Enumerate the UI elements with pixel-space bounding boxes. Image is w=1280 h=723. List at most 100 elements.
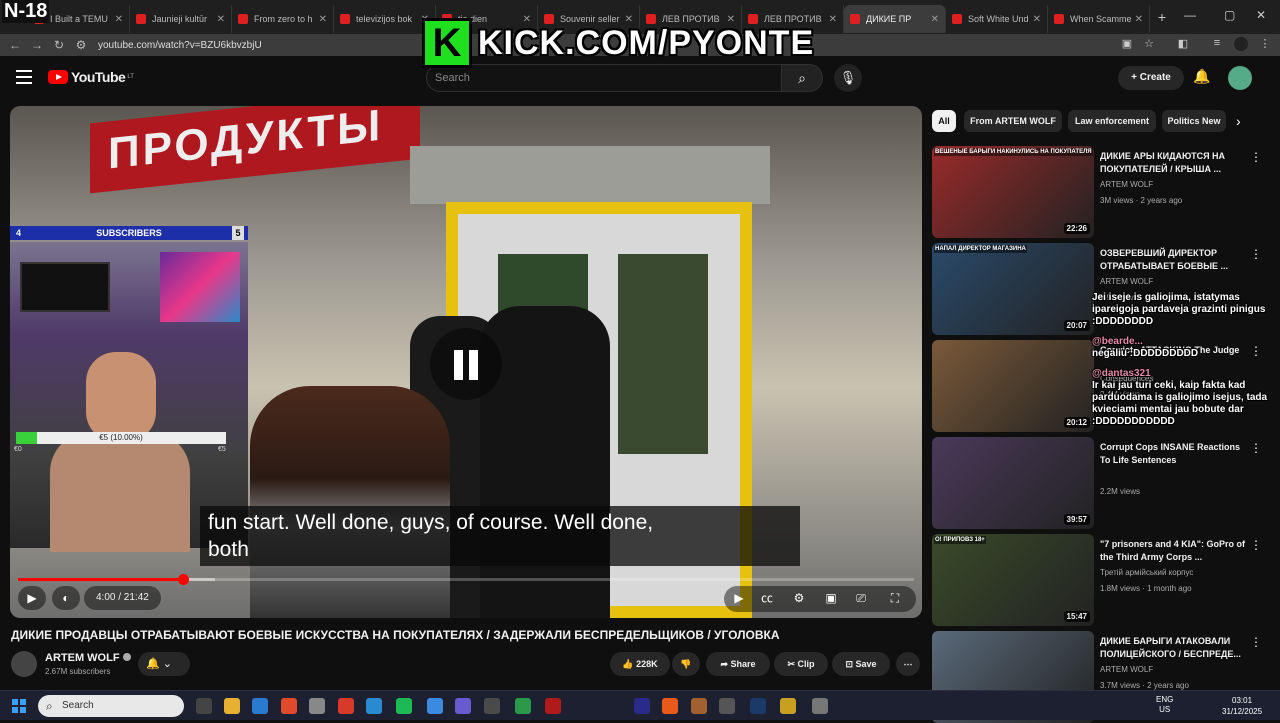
miniplayer-icon[interactable]: ▣ [820, 586, 842, 610]
taskbar-app-icon[interactable] [224, 698, 240, 714]
video-progress-bar[interactable] [18, 574, 914, 585]
scrubber-handle[interactable] [177, 574, 189, 585]
new-tab-button[interactable]: + [1150, 9, 1174, 25]
bookmark-star-icon[interactable]: ☆ [1142, 37, 1156, 51]
video-thumbnail[interactable]: О! ПРИПОВЗ 18+ 15:47 [932, 534, 1094, 626]
back-icon[interactable]: ← [4, 38, 26, 52]
youtube-logo[interactable]: YouTube LT [48, 69, 134, 85]
like-button[interactable]: 👍 228K [610, 652, 670, 676]
volume-button[interactable]: ◐ [52, 586, 80, 610]
filter-chip[interactable]: From ARTEM WOLF [964, 110, 1062, 132]
taskbar-app-icon[interactable] [780, 698, 796, 714]
install-icon[interactable]: ▣ [1120, 37, 1134, 51]
pause-overlay-icon[interactable] [430, 328, 502, 400]
recommendation-channel[interactable]: ARTEM WOLF [1100, 665, 1153, 674]
recommendation-title[interactable]: Corrupt Cops INSANE Reactions To Life Se… [1100, 441, 1252, 467]
video-thumbnail[interactable]: НАПАЛ ДИРЕКТОР МАГАЗИНА 20:07 [932, 243, 1094, 335]
filter-chip[interactable]: Politics New [1162, 110, 1226, 132]
taskbar-app-icon[interactable] [366, 698, 382, 714]
taskbar-clock[interactable]: 03:01 31/12/2025 [1222, 695, 1262, 717]
more-options-icon[interactable]: ⋮ [1250, 635, 1262, 649]
taskbar-app-icon[interactable] [338, 698, 354, 714]
taskbar-app-icon[interactable] [396, 698, 412, 714]
video-thumbnail[interactable]: 20:12 [932, 340, 1094, 432]
recommendation-item[interactable]: ВЕШЕНЫЕ БАРЫГИ НАКИНУЛИСЬ НА ПОКУПАТЕЛЯ 2… [932, 146, 1272, 238]
recommendation-item[interactable]: 39:57 Corrupt Cops INSANE Reactions To Li… [932, 437, 1272, 529]
taskbar-app-icon[interactable] [634, 698, 650, 714]
taskbar-app-icon[interactable] [484, 698, 500, 714]
recommendation-item[interactable]: ДИКИЕ БАРЫГИ АТАКОВАЛИ ПОЛИЦЕЙСКОГО / БЕ… [932, 631, 1272, 723]
media-icon[interactable]: ≡ [1210, 37, 1224, 51]
recommendation-title[interactable]: ДИКИЕ БАРЫГИ АТАКОВАЛИ ПОЛИЦЕЙСКОГО / БЕ… [1100, 635, 1252, 661]
taskbar-app-icon[interactable] [309, 698, 325, 714]
filter-chip[interactable]: Law enforcement [1068, 110, 1156, 132]
more-options-icon[interactable]: ⋮ [1250, 150, 1262, 164]
browser-tab[interactable]: Jaunieji kultūr ✕ [130, 5, 232, 33]
browser-tab[interactable]: ДИКИЕ ПР ✕ [844, 5, 946, 33]
taskbar-app-icon[interactable] [545, 698, 561, 714]
notifications-bell-icon[interactable]: 🔔 [1193, 68, 1210, 85]
taskbar-app-icon[interactable] [196, 698, 212, 714]
channel-name[interactable]: ARTEM WOLF [45, 652, 131, 664]
profile-icon[interactable] [1234, 37, 1248, 51]
close-tab-icon[interactable]: ✕ [1033, 14, 1041, 25]
close-tab-icon[interactable]: ✕ [217, 14, 225, 25]
fullscreen-icon[interactable]: ⛶ [884, 586, 906, 610]
close-window-button[interactable]: ✕ [1256, 8, 1266, 22]
autoplay-toggle[interactable]: ▶ [728, 586, 750, 610]
close-tab-icon[interactable]: ✕ [931, 14, 939, 25]
language-indicator[interactable]: ENG US [1156, 695, 1173, 715]
recommendation-channel[interactable]: ARTEM WOLF [1100, 180, 1153, 189]
video-thumbnail[interactable]: ВЕШЕНЫЕ БАРЫГИ НАКИНУЛИСЬ НА ПОКУПАТЕЛЯ 2… [932, 146, 1094, 238]
taskbar-app-icon[interactable] [662, 698, 678, 714]
taskbar-app-icon[interactable] [750, 698, 766, 714]
taskbar-app-icon[interactable] [427, 698, 443, 714]
taskbar-app-icon[interactable] [455, 698, 471, 714]
forward-icon[interactable]: → [26, 38, 48, 52]
settings-gear-icon[interactable]: ⚙ [788, 586, 810, 610]
minimize-button[interactable]: — [1184, 8, 1196, 22]
taskbar-app-icon[interactable] [719, 698, 735, 714]
clip-button[interactable]: ✂ Clip [774, 652, 828, 676]
more-options-icon[interactable]: ⋮ [1250, 538, 1262, 552]
close-tab-icon[interactable]: ✕ [829, 14, 837, 25]
dislike-button[interactable]: 👎 [672, 652, 700, 676]
windows-start-icon[interactable] [12, 699, 26, 713]
subscribed-button[interactable]: 🔔 ⌄ [138, 652, 190, 676]
channel-avatar[interactable] [11, 651, 37, 677]
video-player[interactable]: ПРОДУКТЫ 4 SUBSCRIBERS 5 €5 (10.00%) €0 … [10, 106, 922, 618]
close-tab-icon[interactable]: ✕ [1135, 14, 1143, 25]
chevron-right-icon[interactable]: › [1236, 113, 1241, 129]
reload-icon[interactable]: ↻ [48, 38, 70, 52]
extensions-icon[interactable]: ◧ [1176, 37, 1190, 51]
close-tab-icon[interactable]: ✕ [115, 14, 123, 25]
more-actions-button[interactable]: ⋯ [896, 652, 920, 676]
recommendation-title[interactable]: ДИКИЕ АРЫ КИДАЮТСЯ НА ПОКУПАТЕЛЕЙ / КРЫШ… [1100, 150, 1252, 176]
taskbar-app-icon[interactable] [515, 698, 531, 714]
play-button[interactable]: ▶ [18, 586, 46, 610]
recommendation-channel[interactable]: Третій армійський корпус [1100, 568, 1193, 577]
browser-menu-icon[interactable]: ⋮ [1258, 37, 1272, 51]
create-button[interactable]: + Create [1118, 66, 1184, 90]
voice-search-button[interactable]: 🎙 [834, 64, 862, 92]
video-thumbnail[interactable]: 39:57 [932, 437, 1094, 529]
taskbar-app-icon[interactable] [812, 698, 828, 714]
recommendation-item[interactable]: О! ПРИПОВЗ 18+ 15:47 "7 prisoners and 4 KI… [932, 534, 1272, 626]
site-info-icon[interactable]: ⚙ [70, 38, 92, 52]
recommendation-title[interactable]: ОЗВЕРЕВШИЙ ДИРЕКТОР ОТРАБАТЫВАЕТ БОЕВЫЕ … [1100, 247, 1252, 273]
maximize-button[interactable]: ▢ [1224, 8, 1235, 22]
user-avatar[interactable] [1228, 66, 1252, 90]
save-button[interactable]: ⊡ Save [832, 652, 890, 676]
more-options-icon[interactable]: ⋮ [1250, 441, 1262, 455]
hamburger-menu-icon[interactable] [16, 70, 32, 84]
taskbar-app-icon[interactable] [691, 698, 707, 714]
taskbar-app-icon[interactable] [252, 698, 268, 714]
browser-tab[interactable]: From zero to h ✕ [232, 5, 334, 33]
recommendation-title[interactable]: "7 prisoners and 4 KIA": GoPro of the Th… [1100, 538, 1252, 564]
more-options-icon[interactable]: ⋮ [1250, 247, 1262, 261]
captions-icon[interactable]: ㏄ [756, 586, 778, 610]
filter-chip[interactable]: All [932, 110, 956, 132]
taskbar-app-icon[interactable] [281, 698, 297, 714]
cast-icon[interactable]: ⎚ [850, 586, 872, 610]
share-button[interactable]: ➦ Share [706, 652, 770, 676]
